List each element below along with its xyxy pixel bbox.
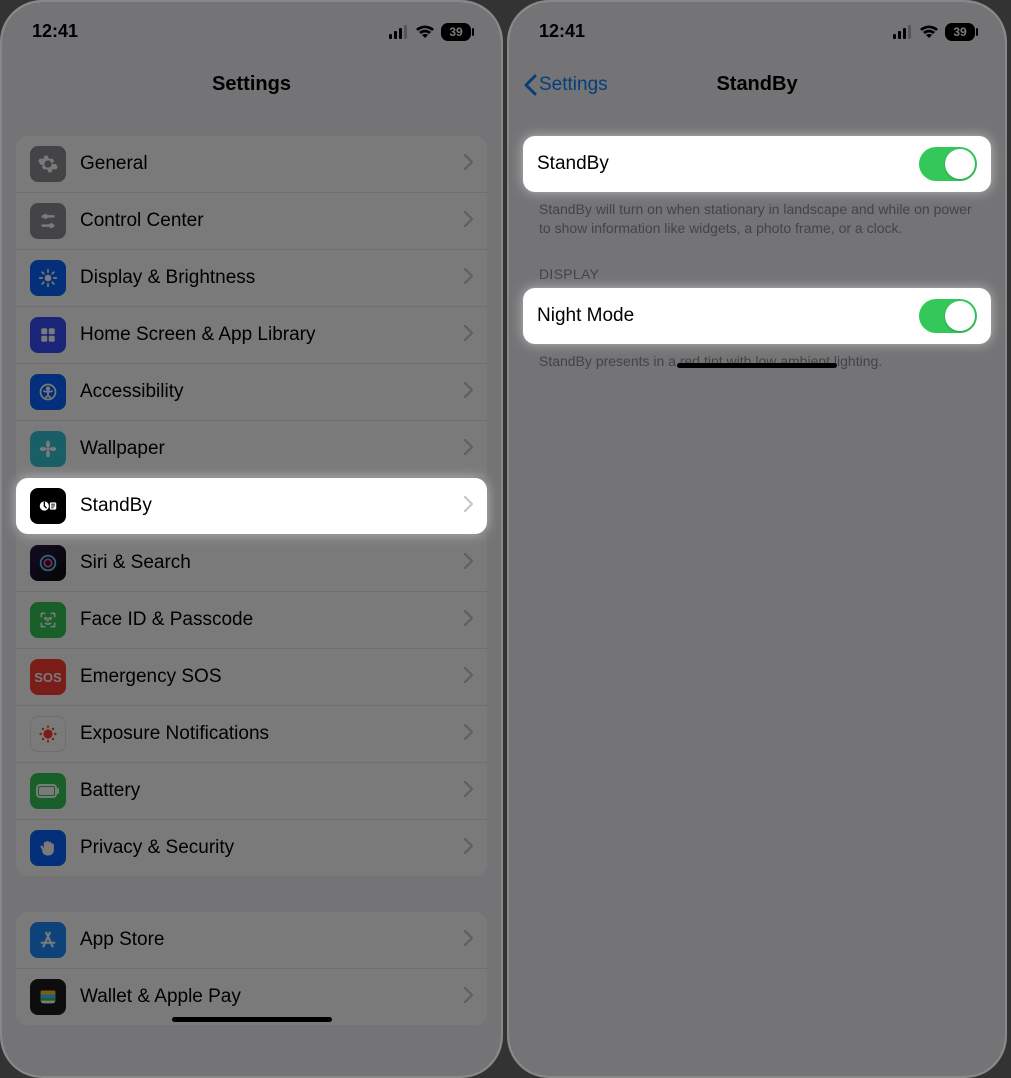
section-header-display: DISPLAY [523,238,991,288]
flower-icon [30,431,66,467]
page-title: StandBy [716,73,797,96]
gear-icon [30,146,66,182]
sliders-icon [30,203,66,239]
chevron-right-icon [464,838,473,859]
settings-row-label: Face ID & Passcode [80,609,450,631]
cell-signal-icon [389,25,409,39]
settings-row-accessibility[interactable]: Accessibility [16,363,487,420]
wifi-icon [415,25,435,39]
person-icon [30,374,66,410]
chevron-right-icon [464,724,473,745]
settings-row-label: StandBy [80,495,450,517]
sun-icon [30,260,66,296]
settings-row-control-center[interactable]: Control Center [16,192,487,249]
battery-icon [30,773,66,809]
back-button[interactable]: Settings [523,74,608,96]
chevron-right-icon [464,268,473,289]
battery-icon: 39 [945,23,975,41]
chevron-right-icon [464,439,473,460]
standby-description: StandBy will turn on when stationary in … [523,192,991,238]
nav-header: Settings StandBy [509,57,1005,112]
chevron-right-icon [464,325,473,346]
settings-row-standby[interactable]: StandBy [16,478,487,534]
cell-signal-icon [893,25,913,39]
battery-icon: 39 [441,23,471,41]
chevron-right-icon [464,930,473,951]
sos-icon: SOS [30,659,66,695]
chevron-right-icon [464,382,473,403]
settings-row-wallpaper[interactable]: Wallpaper [16,420,487,477]
home-indicator[interactable] [172,1017,332,1022]
settings-row-label: Display & Brightness [80,267,450,289]
settings-row-label: Home Screen & App Library [80,324,450,346]
settings-row-label: App Store [80,929,450,951]
chevron-right-icon [464,496,473,517]
settings-row-faceid[interactable]: Face ID & Passcode [16,591,487,648]
toggle-row-label: StandBy [537,153,905,175]
settings-row-label: Control Center [80,210,450,232]
phone-left-settings: 12:41 39 Settings General [0,0,503,1078]
settings-row-label: Wallpaper [80,438,450,460]
night-mode-toggle-row: Night Mode [523,288,991,344]
face-icon [30,602,66,638]
appstore-icon [30,922,66,958]
status-bar: 12:41 39 [509,2,1005,57]
settings-row-privacy[interactable]: Privacy & Security [16,819,487,876]
hand-icon [30,830,66,866]
chevron-right-icon [464,781,473,802]
status-time: 12:41 [539,21,585,42]
virus-icon [30,716,66,752]
settings-row-battery[interactable]: Battery [16,762,487,819]
home-indicator[interactable] [677,363,837,368]
settings-row-label: Siri & Search [80,552,450,574]
nav-header: Settings [2,57,501,112]
settings-row-label: Emergency SOS [80,666,450,688]
settings-row-label: General [80,153,450,175]
settings-row-label: Exposure Notifications [80,723,450,745]
settings-row-display[interactable]: Display & Brightness [16,249,487,306]
settings-row-label: Battery [80,780,450,802]
standby-icon [30,488,66,524]
page-title: Settings [212,73,291,96]
settings-row-label: Privacy & Security [80,837,450,859]
settings-row-label: Wallet & Apple Pay [80,986,450,1008]
settings-row-exposure[interactable]: Exposure Notifications [16,705,487,762]
chevron-right-icon [464,154,473,175]
siri-icon [30,545,66,581]
chevron-right-icon [464,987,473,1008]
chevron-right-icon [464,211,473,232]
back-button-label: Settings [539,74,608,96]
chevron-right-icon [464,610,473,631]
settings-row-general[interactable]: General [16,136,487,192]
night-mode-toggle[interactable] [919,299,977,333]
status-bar: 12:41 39 [2,2,501,57]
wifi-icon [919,25,939,39]
grid-icon [30,317,66,353]
standby-toggle[interactable] [919,147,977,181]
toggle-row-label: Night Mode [537,305,905,327]
chevron-right-icon [464,667,473,688]
settings-row-appstore[interactable]: App Store [16,912,487,968]
settings-row-home-screen[interactable]: Home Screen & App Library [16,306,487,363]
status-time: 12:41 [32,21,78,42]
standby-toggle-row: StandBy [523,136,991,192]
settings-row-siri[interactable]: Siri & Search [16,535,487,591]
phone-right-standby: 12:41 39 Settings StandBy StandBy [507,0,1007,1078]
wallet-icon [30,979,66,1015]
chevron-right-icon [464,553,473,574]
settings-row-sos[interactable]: SOS Emergency SOS [16,648,487,705]
settings-row-label: Accessibility [80,381,450,403]
